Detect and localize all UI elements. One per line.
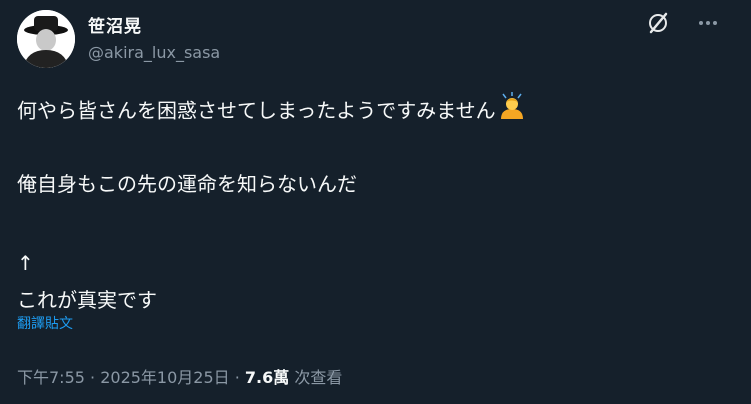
meta-separator: ·: [84, 368, 101, 387]
post-line: これが真実です: [17, 288, 157, 312]
views-label: 次查看: [289, 368, 343, 387]
author-handle[interactable]: @akira_lux_sasa: [88, 43, 220, 62]
meta-separator: ·: [229, 368, 245, 387]
post-text: 何やら皆さんを困惑させてしまったようですみません 俺自身もこの先の運命を知らない…: [17, 92, 731, 319]
views-count: 7.6萬: [244, 368, 290, 387]
post-line: ↑: [17, 251, 34, 275]
post-meta: 下午7:55 · 2025年10月25日 · 7.6萬 次查看: [17, 364, 342, 388]
translate-post-link[interactable]: 翻譯貼文: [17, 313, 73, 333]
post-line: 俺自身もこの先の運命を知らないんだ: [17, 172, 357, 196]
post-time[interactable]: 下午7:55: [17, 368, 85, 387]
more-icon[interactable]: [697, 12, 719, 38]
post-date[interactable]: 2025年10月25日: [100, 368, 229, 387]
post-line-text: 何やら皆さんを困惑させてしまったようですみません: [17, 98, 496, 123]
avatar[interactable]: [17, 10, 75, 68]
author-display-name[interactable]: 笹沼晃: [88, 12, 142, 37]
person-bowing-emoji: [498, 92, 526, 132]
post-line: 何やら皆さんを困惑させてしまったようですみません: [17, 92, 731, 129]
grok-icon[interactable]: [647, 12, 669, 38]
